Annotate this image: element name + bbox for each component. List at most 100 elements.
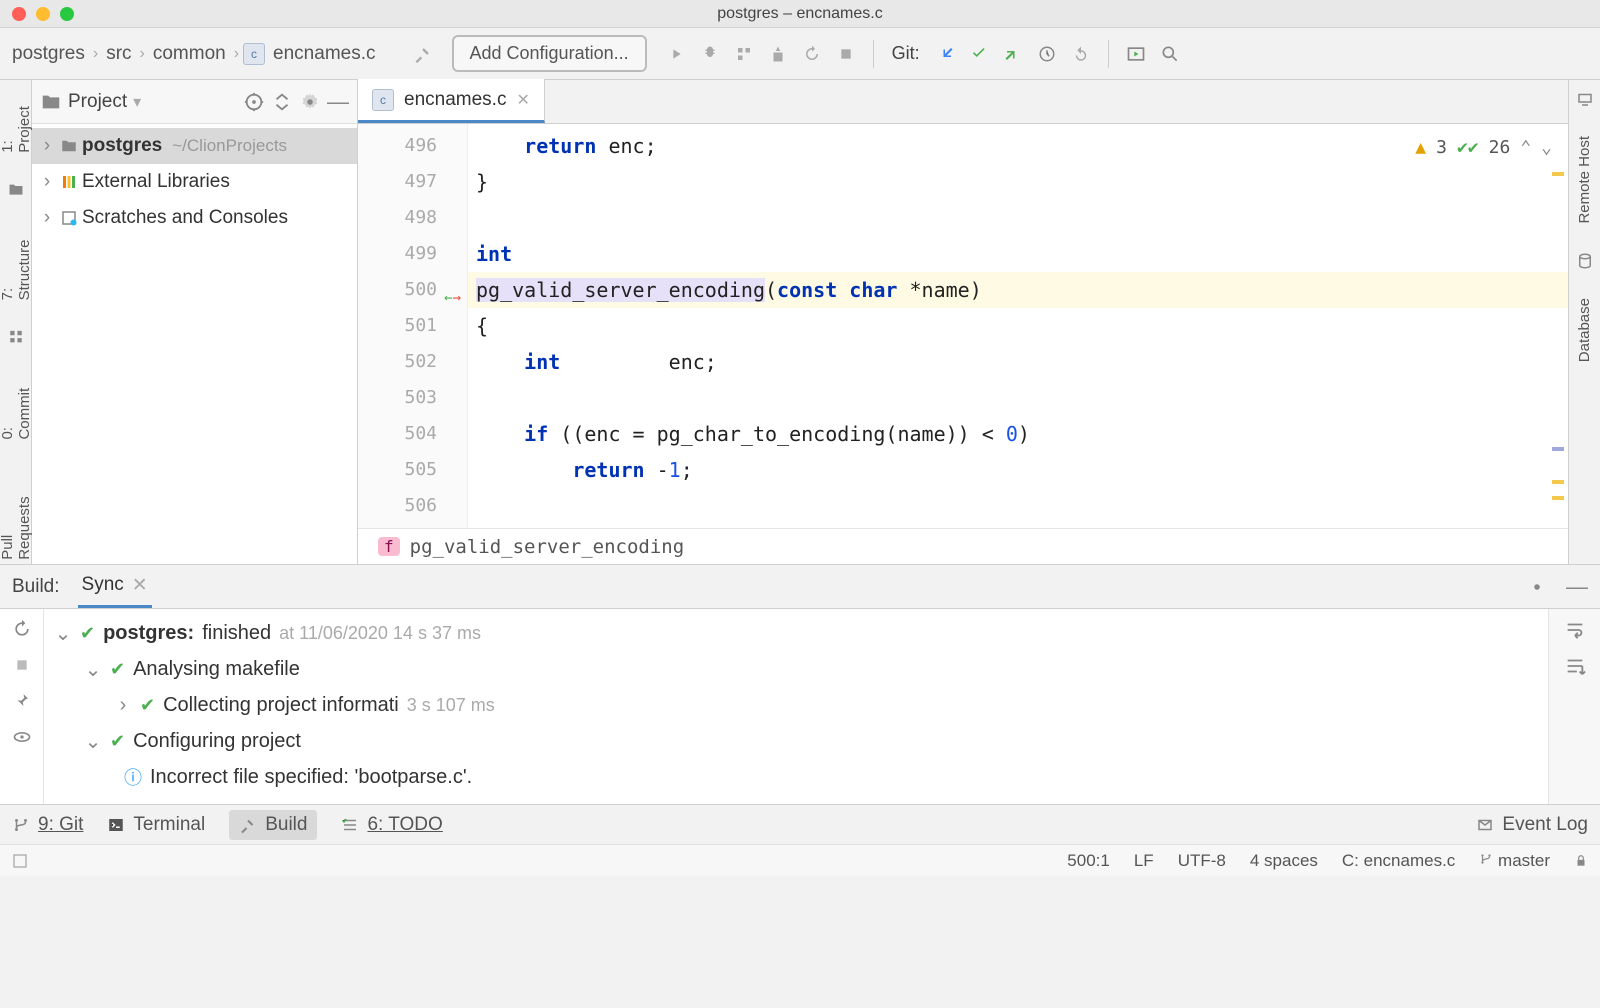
breadcrumb-root[interactable]: postgres: [8, 43, 89, 65]
scroll-to-end-icon[interactable]: [1564, 655, 1586, 677]
line-separator[interactable]: LF: [1134, 851, 1154, 871]
bb-todo[interactable]: 6: TODO: [341, 814, 442, 836]
vcs-history-icon[interactable]: [1032, 39, 1062, 69]
caret-position[interactable]: 500:1: [1067, 851, 1110, 871]
soft-wrap-icon[interactable]: [1564, 619, 1586, 641]
chevron-right-icon: ›: [234, 45, 239, 63]
rail-project[interactable]: 1: Project: [0, 88, 33, 157]
tree-external-libraries[interactable]: › External Libraries: [32, 164, 357, 200]
expand-arrow-icon[interactable]: ›: [114, 694, 132, 717]
line-gutter[interactable]: 496 497 498 499 500←→ 501 502 503 504 50…: [358, 124, 468, 528]
gear-icon[interactable]: [1526, 576, 1548, 598]
run-config-icon[interactable]: [1121, 39, 1151, 69]
error-stripe[interactable]: [1550, 124, 1564, 528]
rail-commit[interactable]: 0: Commit: [0, 370, 33, 444]
editor-body[interactable]: 496 497 498 499 500←→ 501 502 503 504 50…: [358, 124, 1568, 528]
line-number: 501: [404, 315, 437, 336]
profile-icon[interactable]: [763, 39, 793, 69]
editor-tab-encnames[interactable]: c encnames.c ✕: [358, 79, 545, 123]
project-header: Project ▾ —: [32, 80, 357, 124]
build-row-collecting[interactable]: › ✔ Collecting project informati 3 s 107…: [54, 687, 1548, 723]
expand-all-icon[interactable]: [271, 91, 293, 113]
pin-icon[interactable]: [13, 691, 31, 709]
add-configuration-button[interactable]: Add Configuration...: [452, 35, 647, 72]
project-title[interactable]: Project: [68, 91, 127, 113]
line-number: 506: [404, 495, 437, 516]
line-number: 497: [404, 171, 437, 192]
build-row-root[interactable]: ⌄ ✔ postgres: finished at 11/06/2020 14 …: [54, 615, 1548, 651]
build-tab-sync[interactable]: Sync ✕: [78, 566, 152, 608]
tree-scratches[interactable]: › Scratches and Consoles: [32, 200, 357, 236]
close-tab-icon[interactable]: ✕: [516, 90, 529, 110]
bb-terminal[interactable]: Terminal: [107, 814, 205, 836]
database-icon: [1576, 252, 1594, 270]
build-row-info[interactable]: ⓘ Incorrect file specified: 'bootparse.c…: [54, 759, 1548, 795]
vcs-push-icon[interactable]: [998, 39, 1028, 69]
locate-icon[interactable]: [243, 91, 265, 113]
expand-arrow-icon[interactable]: ›: [38, 207, 56, 229]
run-icon[interactable]: [661, 39, 691, 69]
tool-windows-icon[interactable]: [12, 853, 28, 869]
maximize-window-button[interactable]: [60, 7, 74, 21]
coverage-icon[interactable]: [729, 39, 759, 69]
stop-icon[interactable]: [831, 39, 861, 69]
vcs-change-marker-icon[interactable]: ←→: [444, 280, 461, 316]
search-everywhere-icon[interactable]: [1155, 39, 1185, 69]
rail-structure[interactable]: 7: Structure: [0, 222, 33, 304]
gear-icon[interactable]: [299, 91, 321, 113]
todo-icon: [341, 816, 359, 834]
build-tab-label: Sync: [82, 574, 124, 596]
line-number: 499: [404, 243, 437, 264]
editor-tabs: c encnames.c ✕: [358, 80, 1568, 124]
success-icon: ✔: [140, 695, 155, 716]
bb-git[interactable]: 9: Git: [12, 814, 83, 836]
build-output-tree[interactable]: ⌄ ✔ postgres: finished at 11/06/2020 14 …: [44, 609, 1548, 804]
inspection-widget[interactable]: ▲ 3 ✔✔ 26 ⌃ ⌄: [1415, 130, 1552, 166]
refresh-icon[interactable]: [12, 619, 32, 639]
close-tab-icon[interactable]: ✕: [132, 574, 148, 597]
tree-root-postgres[interactable]: › postgres ~/ClionProjects: [32, 128, 357, 164]
vcs-update-icon[interactable]: [930, 39, 960, 69]
breadcrumb-file[interactable]: encnames.c: [269, 43, 379, 65]
scratches-icon: [60, 209, 78, 227]
minimize-panel-icon[interactable]: —: [327, 89, 349, 115]
build-hammer-icon[interactable]: [408, 39, 438, 69]
close-window-button[interactable]: [12, 7, 26, 21]
collapse-arrow-icon[interactable]: ⌄: [54, 621, 72, 646]
context-label[interactable]: C: encnames.c: [1342, 851, 1455, 871]
bb-build[interactable]: Build: [229, 810, 317, 840]
code-area[interactable]: return enc; } int pg_valid_server_encodi…: [468, 124, 1568, 528]
build-row-analysing[interactable]: ⌄ ✔ Analysing makefile: [54, 651, 1548, 687]
lock-icon[interactable]: [1574, 854, 1588, 868]
rerun-icon[interactable]: [797, 39, 827, 69]
breadcrumb-common[interactable]: common: [149, 43, 230, 65]
rail-database[interactable]: Database: [1576, 294, 1593, 366]
eye-icon[interactable]: [12, 727, 32, 747]
breadcrumb-src[interactable]: src: [102, 43, 135, 65]
status-bar: 500:1 LF UTF-8 4 spaces C: encnames.c ma…: [0, 844, 1600, 876]
minimize-panel-icon[interactable]: —: [1566, 574, 1588, 600]
branch-icon: [12, 816, 30, 834]
rail-remote-host[interactable]: Remote Host: [1576, 132, 1593, 228]
expand-arrow-icon[interactable]: ›: [38, 135, 56, 157]
minimize-window-button[interactable]: [36, 7, 50, 21]
chevron-right-icon: ›: [93, 45, 98, 63]
stop-icon[interactable]: [14, 657, 30, 673]
git-branch[interactable]: master: [1479, 851, 1550, 871]
build-row-configuring[interactable]: ⌄ ✔ Configuring project: [54, 723, 1548, 759]
rail-pull-requests[interactable]: Pull Requests: [0, 467, 33, 564]
expand-arrow-icon[interactable]: ›: [38, 171, 56, 193]
editor-breadcrumb[interactable]: f pg_valid_server_encoding: [358, 528, 1568, 564]
bb-event-log[interactable]: Event Log: [1476, 814, 1588, 836]
prev-highlight-icon[interactable]: ⌃: [1520, 130, 1531, 166]
collapse-arrow-icon[interactable]: ⌄: [84, 729, 102, 754]
dropdown-icon[interactable]: ▾: [133, 92, 141, 112]
collapse-arrow-icon[interactable]: ⌄: [84, 657, 102, 682]
project-tree[interactable]: › postgres ~/ClionProjects › External Li…: [32, 124, 357, 240]
indent-setting[interactable]: 4 spaces: [1250, 851, 1318, 871]
tree-item-label: postgres: [82, 135, 162, 157]
file-encoding[interactable]: UTF-8: [1178, 851, 1226, 871]
vcs-rollback-icon[interactable]: [1066, 39, 1096, 69]
vcs-commit-icon[interactable]: [964, 39, 994, 69]
debug-icon[interactable]: [695, 39, 725, 69]
